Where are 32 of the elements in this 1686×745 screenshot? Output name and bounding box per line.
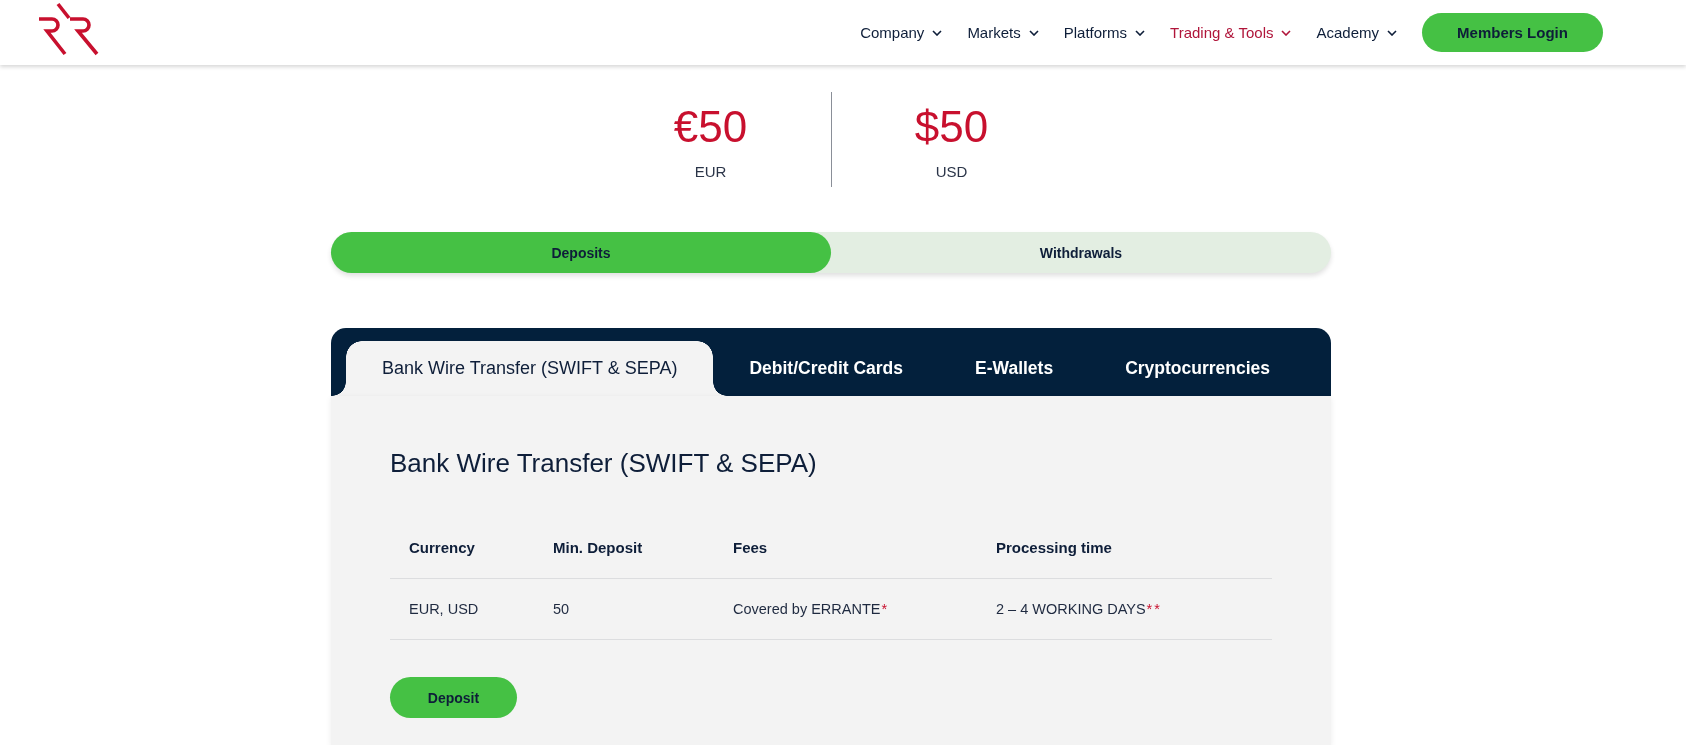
chevron-down-icon (932, 29, 943, 36)
table-cell: 50 (553, 601, 570, 617)
column-header: Processing time (996, 539, 1112, 556)
chevron-down-icon (1281, 29, 1292, 36)
panel-title: Bank Wire Transfer (SWIFT & SEPA) (390, 447, 817, 480)
method-tab[interactable]: E-Wallets (939, 341, 1090, 396)
method-tab[interactable]: Debit/Credit Cards (727, 341, 940, 396)
chevron-down-icon (1135, 29, 1146, 36)
table-cell: 2 – 4 WORKING DAYS** (996, 601, 1162, 617)
nav-link[interactable]: Platforms (1063, 24, 1146, 41)
table-cell: EUR, USD (409, 601, 479, 617)
column-header: Min. Deposit (553, 539, 643, 556)
toggle-tab[interactable]: Withdrawals (831, 232, 1331, 273)
toggle-tab[interactable]: Deposits (331, 232, 831, 273)
deposit-button[interactable]: Deposit (390, 677, 517, 718)
column-header: Fees (733, 539, 768, 556)
method-tab[interactable]: Cryptocurrencies (1089, 341, 1307, 396)
minimum-amount: $50 (914, 102, 989, 152)
method-tab[interactable]: Bank Wire Transfer (SWIFT & SEPA) (332, 341, 728, 396)
nav-link[interactable]: Markets (967, 24, 1039, 41)
chevron-down-icon (1028, 29, 1039, 36)
nav-link[interactable]: Academy (1316, 24, 1397, 41)
nav-link[interactable]: Trading & Tools (1170, 24, 1292, 41)
chevron-down-icon (1387, 29, 1397, 36)
currency-label: EUR (694, 162, 727, 182)
logo-icon[interactable] (38, 1, 100, 56)
currency-label: USD (935, 162, 968, 182)
nav-link[interactable]: Company (860, 24, 943, 41)
column-header: Currency (409, 539, 475, 556)
minimum-amount: €50 (673, 102, 748, 152)
members-login-button[interactable]: Members Login (1422, 13, 1603, 52)
table-cell: Covered by ERRANTE* (733, 601, 890, 617)
